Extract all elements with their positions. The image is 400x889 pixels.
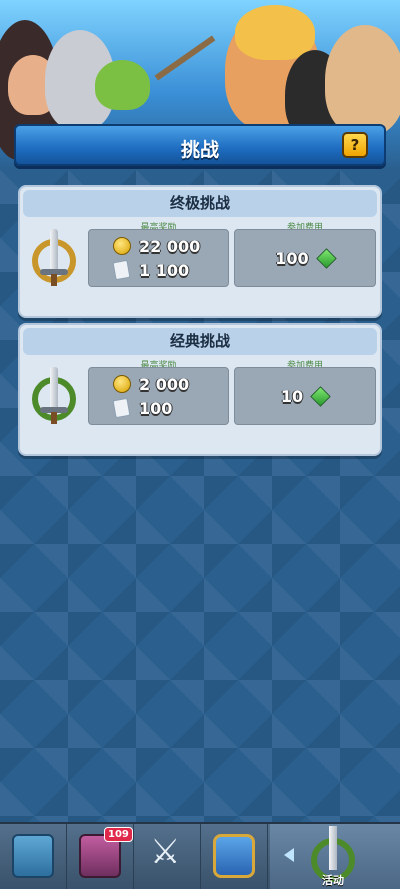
gold-coin-icon <box>113 237 131 255</box>
gem-icon <box>310 386 331 407</box>
max-reward-panel: 22 000 1 100 <box>88 229 229 287</box>
green-sword-laurel-icon <box>28 367 80 427</box>
challenge-card-classic[interactable]: 经典挑战 最高奖励 参加费用 2 000 100 10 <box>18 323 382 456</box>
hero-character-hair <box>235 5 315 60</box>
reward-gold-value: 22 000 <box>139 237 201 256</box>
gem-icon <box>316 248 337 269</box>
entry-fee-panel: 10 <box>234 367 376 425</box>
crossed-swords-icon: ⚔ <box>150 832 181 872</box>
challenge-card-ultimate[interactable]: 终极挑战 最高奖励 参加费用 22 000 1 100 100 <box>18 185 382 318</box>
reward-gold-value: 2 000 <box>139 375 190 394</box>
page-title: 挑战 <box>180 139 219 161</box>
help-button[interactable]: ? <box>342 132 368 158</box>
hero-character <box>325 25 400 135</box>
gold-coin-icon <box>113 375 131 393</box>
max-reward-panel: 2 000 100 <box>88 367 229 425</box>
entry-fee-value: 100 <box>275 249 309 268</box>
reward-cards-value: 1 100 <box>139 261 190 280</box>
arrow-left-icon <box>284 848 294 862</box>
clan-shield-icon <box>213 834 255 878</box>
challenge-title: 终极挑战 <box>23 190 377 217</box>
cards-count-badge: 109 <box>104 827 133 842</box>
tab-shop[interactable] <box>0 824 67 889</box>
card-icon <box>112 259 131 281</box>
reward-cards-value: 100 <box>139 399 173 418</box>
gold-sword-laurel-icon <box>28 229 80 289</box>
entry-fee-value: 10 <box>280 387 304 406</box>
tab-events-label: 活动 <box>322 874 344 887</box>
challenge-title: 经典挑战 <box>23 328 377 355</box>
bottom-nav: 109 ⚔ 活动 <box>0 822 400 889</box>
tab-clan[interactable] <box>201 824 268 889</box>
treasure-chest-icon <box>12 834 54 878</box>
spear-art <box>154 35 216 81</box>
entry-fee-panel: 100 <box>234 229 376 287</box>
hero-character <box>95 60 150 110</box>
card-icon <box>112 397 131 419</box>
page-title-banner: 挑战 ? <box>14 124 386 166</box>
